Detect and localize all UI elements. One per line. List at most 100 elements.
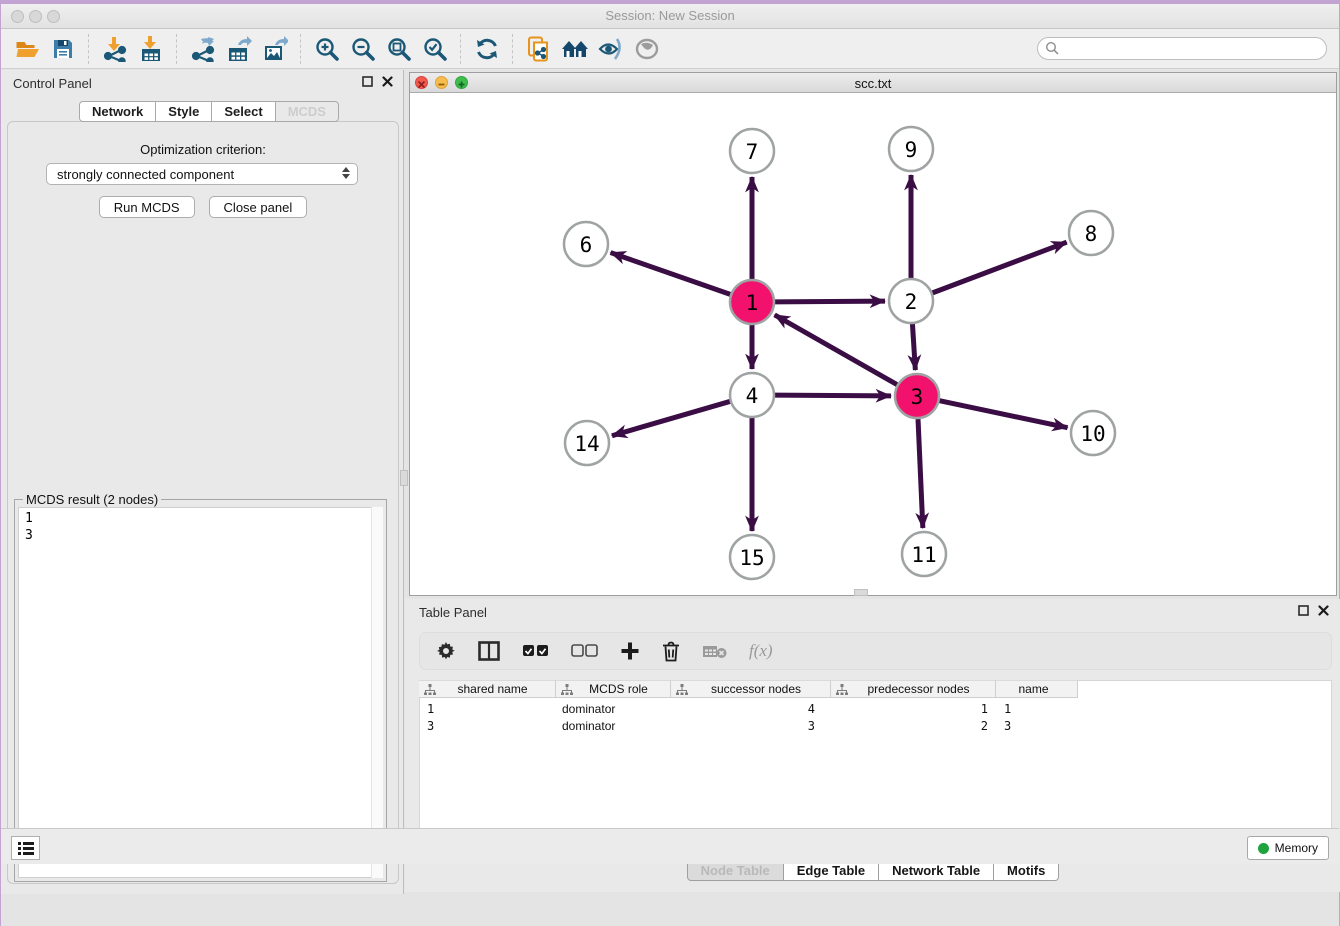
zoom-fit-icon[interactable] — [381, 32, 417, 66]
optimization-criterion-label: Optimization criterion: — [8, 142, 398, 157]
tab-style[interactable]: Style — [156, 101, 212, 122]
graph-edge-3-11[interactable] — [918, 419, 923, 528]
import-table-icon[interactable] — [133, 32, 169, 66]
list-icon — [17, 841, 35, 856]
export-table-icon[interactable] — [221, 32, 257, 66]
graph-node-label-2: 2 — [905, 290, 918, 314]
mcds-result-group: MCDS result (2 nodes) 1 3 — [14, 499, 387, 882]
result-scrollbar[interactable] — [371, 507, 383, 878]
cell-name[interactable]: 3 — [996, 717, 1078, 734]
graph-node-label-1: 1 — [746, 291, 759, 315]
graph-edge-2-3[interactable] — [912, 324, 915, 370]
network-canvas[interactable]: 7968124314101511 — [410, 93, 1336, 595]
export-network-icon[interactable] — [185, 32, 221, 66]
zoom-in-icon[interactable] — [309, 32, 345, 66]
toolbar-separator — [300, 34, 302, 64]
table-toolbar: f(x) — [419, 632, 1332, 670]
delete-column-icon[interactable] — [662, 641, 680, 662]
cell-shared-name[interactable]: 3 — [419, 717, 556, 734]
tab-mcds[interactable]: MCDS — [276, 101, 339, 122]
float-panel-icon[interactable] — [362, 76, 373, 87]
save-session-icon[interactable] — [45, 32, 81, 66]
float-panel-icon[interactable] — [1298, 605, 1309, 616]
graph-node-label-7: 7 — [746, 140, 759, 164]
open-session-icon[interactable] — [9, 32, 45, 66]
table-row[interactable]: 1 dominator 4 1 1 — [419, 700, 1078, 717]
show-all-icon[interactable] — [629, 32, 665, 66]
graph-edge-1-6[interactable] — [611, 253, 731, 295]
graph-edge-3-1[interactable] — [775, 315, 897, 385]
close-panel-icon[interactable] — [382, 76, 393, 87]
graph-node-label-15: 15 — [739, 546, 764, 570]
cell-predecessor-nodes[interactable]: 2 — [831, 717, 996, 734]
graph-node-label-4: 4 — [746, 384, 759, 408]
panel-splitter-handle[interactable] — [400, 470, 408, 486]
tab-select[interactable]: Select — [212, 101, 275, 122]
apply-layout-icon[interactable] — [469, 32, 505, 66]
criterion-select[interactable]: strongly connected component — [46, 163, 358, 185]
table-panel-title: Table Panel — [419, 605, 487, 620]
clone-network-icon[interactable] — [521, 32, 557, 66]
main-titlebar: Session: New Session — [1, 4, 1339, 29]
network-window-titlebar[interactable]: scc.txt — [410, 73, 1336, 93]
graph-edge-4-3[interactable] — [775, 395, 891, 396]
column-header-predecessor-nodes[interactable]: predecessor nodes — [831, 680, 996, 698]
cell-successor-nodes[interactable]: 4 — [671, 700, 831, 717]
column-header-name[interactable]: name — [996, 680, 1078, 698]
close-panel-icon[interactable] — [1318, 605, 1329, 616]
network-view-window: scc.txt 7968124314101511 — [409, 72, 1337, 596]
import-network-icon[interactable] — [97, 32, 133, 66]
tab-network[interactable]: Network — [79, 101, 156, 122]
toolbar-separator — [512, 34, 514, 64]
network-graph[interactable]: 7968124314101511 — [410, 93, 1336, 595]
column-header-shared-name[interactable]: shared name — [419, 680, 556, 698]
status-bar: Memory — [1, 828, 1339, 864]
column-header-mcds-role[interactable]: MCDS role — [556, 680, 671, 698]
select-all-checkboxes-icon[interactable] — [522, 644, 549, 658]
graph-edge-2-8[interactable] — [933, 242, 1067, 293]
clear-checkboxes-icon[interactable] — [571, 644, 598, 658]
chevron-up-down-icon — [342, 167, 350, 179]
graph-node-label-8: 8 — [1085, 222, 1098, 246]
graph-edge-1-2[interactable] — [775, 301, 885, 302]
task-history-button[interactable] — [11, 836, 40, 860]
search-input[interactable] — [1064, 41, 1326, 57]
control-panel-title: Control Panel — [13, 76, 92, 91]
first-neighbors-icon[interactable] — [557, 32, 593, 66]
close-panel-button[interactable]: Close panel — [209, 196, 308, 218]
cell-shared-name[interactable]: 1 — [419, 700, 556, 717]
column-header-successor-nodes[interactable]: successor nodes — [671, 680, 831, 698]
search-icon — [1045, 41, 1060, 56]
graph-edge-4-14[interactable] — [612, 401, 730, 435]
zoom-selected-icon[interactable] — [417, 32, 453, 66]
run-mcds-button[interactable]: Run MCDS — [99, 196, 195, 218]
toggle-panel-columns-icon[interactable] — [478, 641, 500, 661]
settings-gear-icon[interactable] — [436, 641, 456, 661]
desktop: Session: New Session — [0, 0, 1340, 926]
export-image-icon[interactable] — [257, 32, 293, 66]
cell-predecessor-nodes[interactable]: 1 — [831, 700, 996, 717]
cell-name[interactable]: 1 — [996, 700, 1078, 717]
graph-node-label-14: 14 — [574, 432, 599, 456]
function-builder-icon[interactable]: f(x) — [749, 641, 773, 661]
graph-edge-3-10[interactable] — [940, 401, 1068, 428]
mcds-result-text[interactable]: 1 3 — [18, 507, 383, 878]
cell-mcds-role[interactable]: dominator — [556, 700, 671, 717]
graph-node-label-3: 3 — [911, 385, 924, 409]
control-panel: Control Panel Network Style Select MCDS … — [1, 70, 404, 894]
toolbar-separator — [88, 34, 90, 64]
cell-mcds-role[interactable]: dominator — [556, 717, 671, 734]
add-column-icon[interactable] — [620, 641, 640, 661]
table-row[interactable]: 3 dominator 3 2 3 — [419, 717, 1078, 734]
search-box[interactable] — [1037, 37, 1327, 60]
panel-splitter-handle[interactable] — [854, 589, 868, 596]
delete-table-icon[interactable] — [702, 643, 727, 659]
zoom-out-icon[interactable] — [345, 32, 381, 66]
cell-successor-nodes[interactable]: 3 — [671, 717, 831, 734]
graph-node-label-10: 10 — [1080, 422, 1105, 446]
hide-selected-icon[interactable] — [593, 32, 629, 66]
column-type-icon — [836, 684, 848, 695]
column-type-icon — [424, 684, 436, 695]
memory-button[interactable]: Memory — [1247, 836, 1329, 860]
mcds-result-title: MCDS result (2 nodes) — [23, 492, 161, 507]
